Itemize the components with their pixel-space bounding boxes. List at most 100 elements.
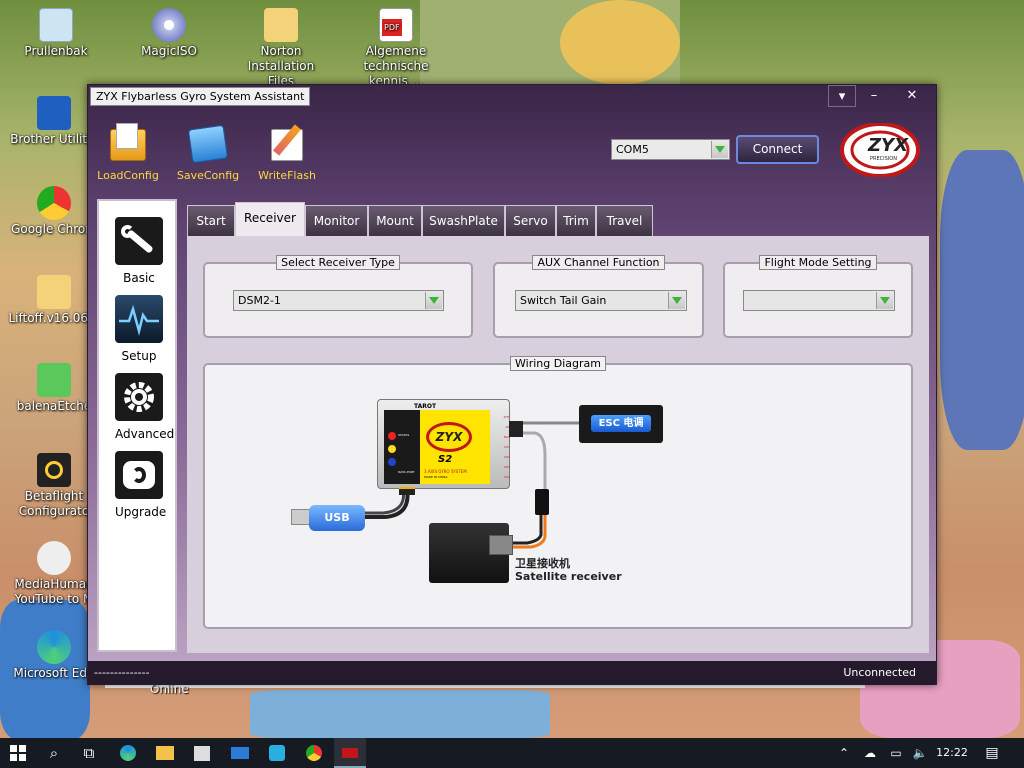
pulse-icon (115, 295, 163, 343)
desktop-icon-label: Norton Installation Files (247, 44, 315, 88)
sidebar-item-basic[interactable]: Basic (115, 217, 163, 285)
notification-icon[interactable]: ▤ (980, 738, 1004, 768)
folder-open-icon (106, 121, 150, 165)
sidebar-item-label: Setup (121, 349, 157, 363)
data-port-connector (399, 487, 415, 495)
clock[interactable]: 12:22 (934, 738, 970, 768)
esc-box: ESC 电调 (579, 405, 663, 443)
disc-icon (152, 8, 186, 42)
chevron-down-icon (711, 141, 728, 158)
ccleaner-icon[interactable] (261, 738, 293, 768)
status-led-yellow (388, 445, 396, 453)
volume-icon[interactable]: 🔈 (908, 738, 932, 768)
connect-button[interactable]: Connect (736, 135, 819, 164)
usb-label: USB (309, 505, 365, 531)
chrome-icon[interactable] (298, 738, 330, 768)
minimize-button[interactable]: – (860, 85, 888, 107)
desktop-icon-label: balenaEtche (16, 399, 92, 413)
gyro-made-in: MADE IN CHINA (424, 475, 448, 479)
desktop-icon-label: Betaflight Configurato (18, 489, 90, 518)
wiring-diagram-group: Wiring Diagram TAROT STATUS DATA PORT ZY… (203, 356, 913, 629)
gyro-status-label: STATUS (398, 433, 410, 437)
recycle-bin-icon (39, 8, 73, 42)
explorer-icon[interactable] (149, 738, 181, 768)
tab-travel[interactable]: Travel (596, 205, 653, 237)
tab-trim[interactable]: Trim (556, 205, 596, 237)
save-config-button[interactable]: SaveConfig (173, 121, 243, 182)
betaflight-icon (37, 453, 71, 487)
satellite-label-cn: 卫星接收机 (515, 557, 570, 570)
app-window: ZYX Flybarless Gyro System Assistant ▾ –… (87, 84, 937, 685)
mail-icon[interactable] (224, 738, 256, 768)
receiver-type-select[interactable]: DSM2-1 (233, 290, 444, 311)
desktop-icon-pdf[interactable]: PDF Algemene technische kennis ... (349, 8, 443, 89)
receiver-panel: Select Receiver Type DSM2-1 AUX Channel … (187, 238, 929, 653)
folder-icon (264, 8, 298, 42)
sidebar-item-label: Advanced (115, 427, 175, 441)
sidebar-item-advanced[interactable]: Advanced (115, 373, 174, 441)
tab-monitor[interactable]: Monitor (305, 205, 368, 237)
write-flash-button[interactable]: WriteFlash (252, 121, 322, 182)
zyx-logo: ZYX PRECISION (840, 122, 920, 178)
satellite-antenna (535, 489, 549, 515)
window-title: ZYX Flybarless Gyro System Assistant (90, 87, 311, 106)
sidebar-item-label: Upgrade (115, 505, 167, 519)
task-view-icon[interactable]: ⧉ (73, 738, 105, 768)
aux-function-select[interactable]: Switch Tail Gain (515, 290, 687, 311)
sidebar-item-setup[interactable]: Setup (115, 295, 163, 363)
status-bar: -------------- Unconnected (88, 661, 936, 685)
gyro-pin-label: BUS (503, 435, 510, 439)
status-led-red (388, 432, 396, 440)
save-config-label: SaveConfig (176, 169, 240, 182)
flight-mode-select[interactable] (743, 290, 895, 311)
tab-mount[interactable]: Mount (368, 205, 422, 237)
tab-receiver[interactable]: Receiver (235, 202, 305, 237)
tab-swashplate[interactable]: SwashPlate (422, 205, 505, 237)
receiver-type-group: Select Receiver Type DSM2-1 (203, 255, 473, 338)
window-menu-button[interactable]: ▾ (828, 85, 856, 107)
desktop-icon-label: Brother Utilitie (10, 132, 98, 146)
connection-status: Unconnected (843, 666, 916, 679)
com-port-value: COM5 (616, 143, 649, 156)
tab-start[interactable]: Start (187, 205, 235, 237)
mediahuman-icon (37, 541, 71, 575)
satellite-label-en: Satellite receiver (515, 570, 622, 583)
close-button[interactable]: ✕ (898, 85, 926, 107)
search-icon[interactable]: ⌕ (38, 738, 70, 768)
pdf-icon: PDF (379, 8, 413, 42)
chrome-icon (37, 186, 71, 220)
network-icon[interactable]: ▭ (884, 738, 908, 768)
windows-icon[interactable] (2, 738, 34, 768)
load-config-label: LoadConfig (97, 169, 159, 182)
gyro-pin-label: CH4 (503, 475, 510, 479)
desktop-icon-magiciso[interactable]: MagicISO (123, 8, 215, 59)
status-left: -------------- (94, 666, 150, 679)
gyro-pin-label: P/TL (503, 415, 510, 419)
sidebar-item-label: Basic (123, 271, 155, 285)
desktop-icon-label: Algemene technische kennis ... (363, 44, 429, 88)
desktop-icon-label: Google Chrom (11, 222, 97, 236)
desktop-icon-norton[interactable]: Norton Installation Files (235, 8, 327, 89)
chevron-down-icon (668, 292, 685, 309)
gyro-pin-label: CH2 (503, 455, 510, 459)
flight-mode-group: Flight Mode Setting (723, 255, 913, 338)
com-port-select[interactable]: COM5 (611, 139, 730, 160)
desktop-icon-recycle-bin[interactable]: Prullenbak (10, 8, 102, 59)
save-icon (186, 121, 230, 165)
cloud-icon[interactable]: ☁ (858, 738, 882, 768)
group-title: AUX Channel Function (532, 255, 665, 270)
title-bar[interactable]: ZYX Flybarless Gyro System Assistant ▾ –… (88, 85, 936, 107)
load-config-button[interactable]: LoadConfig (93, 121, 163, 182)
brother-utilities-icon (37, 96, 71, 130)
edge-icon[interactable] (112, 738, 144, 768)
gyro-brand: TAROT (414, 403, 437, 410)
zyx-icon[interactable] (334, 738, 366, 768)
gyro-port-connector (509, 421, 523, 437)
chevron-up-icon[interactable]: ⌃ (832, 738, 856, 768)
desktop-icon-label: Microsoft Edg (13, 666, 95, 680)
sidebar-item-upgrade[interactable]: Upgrade (115, 451, 167, 519)
tab-servo[interactable]: Servo (505, 205, 556, 237)
gyro-pin-label: CH1 (503, 445, 510, 449)
store-icon[interactable] (186, 738, 218, 768)
aux-function-group: AUX Channel Function Switch Tail Gain (493, 255, 704, 338)
